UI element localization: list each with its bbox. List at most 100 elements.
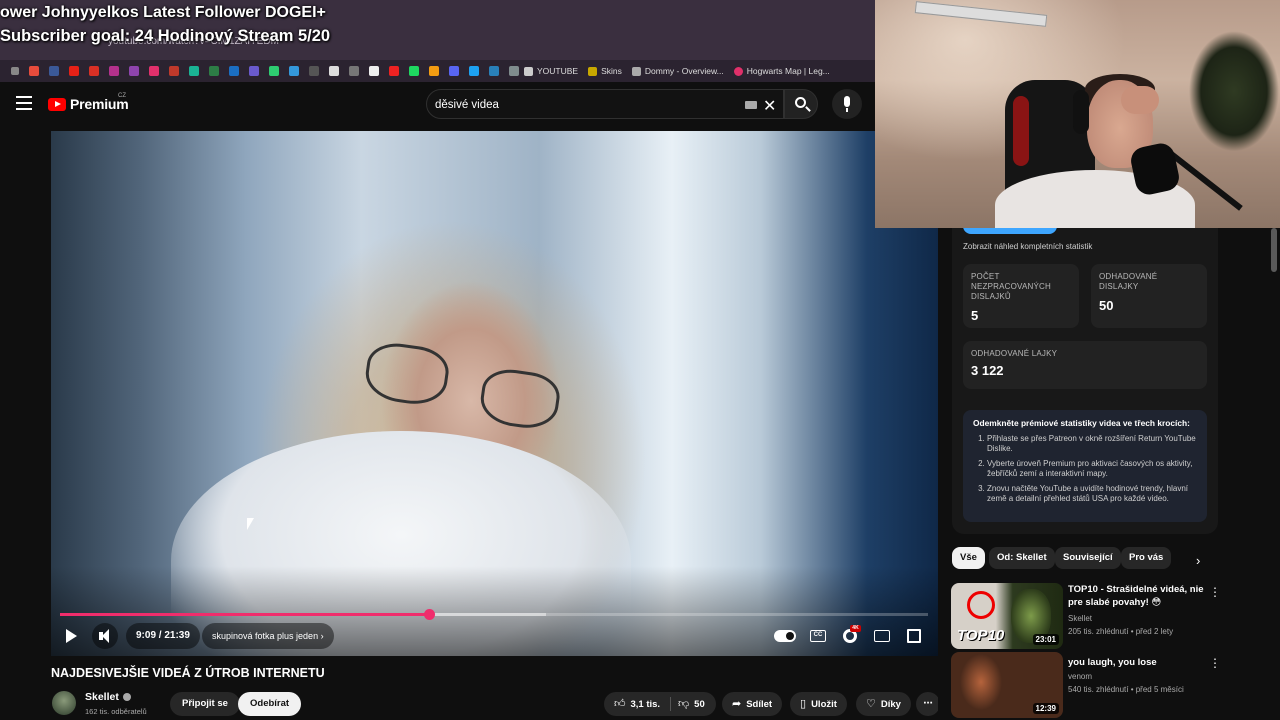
duration-badge: 12:39	[1032, 703, 1059, 714]
fullscreen-button[interactable]	[901, 623, 927, 649]
settings-button[interactable]: 4K	[837, 623, 863, 649]
join-button[interactable]: Připojit se	[170, 692, 240, 716]
apps-grid-icon[interactable]	[11, 67, 19, 75]
bookmark-favicon-icon[interactable]	[89, 66, 99, 76]
bookmark-favicon-icon[interactable]	[309, 66, 319, 76]
like-dislike-group: 👍︎ 3,1 tis. 👎︎ 50	[604, 692, 716, 716]
rec-title: TOP10 - Strašidelné videá, nie pre slabé…	[1068, 584, 1204, 608]
video-title: NAJDESIVEJŠIE VIDEÁ Z ÚTROB INTERNETU	[51, 666, 325, 680]
promo-step: Přihlaste se přes Patreon v okně rozšíře…	[987, 434, 1197, 454]
fullscreen-icon	[907, 629, 921, 643]
hamburger-menu-icon[interactable]	[16, 96, 32, 110]
stat-raw-dislikes: POČET NEZPRACOVANÝCH DISLAJKŮ 5	[963, 264, 1079, 328]
bookmark-favicon-icon[interactable]	[289, 66, 299, 76]
bookmark-favicon-icon[interactable]	[189, 66, 199, 76]
channel-name[interactable]: Skellet	[85, 691, 131, 703]
list-item[interactable]: 12:39 you laugh, you lose venom 540 tis.…	[951, 652, 1271, 720]
verified-icon	[122, 693, 131, 702]
bookmark-favicon-icon[interactable]	[329, 66, 339, 76]
bookmark-icons	[24, 66, 524, 76]
bookmark-favicon-icon[interactable]	[429, 66, 439, 76]
promo-step: Vyberte úroveň Premium pro aktivaci časo…	[987, 459, 1197, 479]
list-item[interactable]: TOP10 23:01 TOP10 - Strašidelné videá, n…	[951, 583, 1271, 651]
keyboard-icon[interactable]	[745, 101, 757, 109]
thanks-button[interactable]: ♡ Díky	[856, 692, 911, 716]
chip-from-channel[interactable]: Od: Skellet	[989, 547, 1055, 569]
bookmark-favicon-icon[interactable]	[69, 66, 79, 76]
subscribe-button[interactable]: Odebírat	[238, 692, 302, 716]
bookmark-favicon-icon[interactable]	[449, 66, 459, 76]
chevron-right-icon[interactable]: ›	[1196, 553, 1200, 568]
bookmark-favicon-icon[interactable]	[269, 66, 279, 76]
premium-stats-promo: Odemkněte prémiové statistiky videa ve t…	[963, 410, 1207, 522]
bookmark-favicon-icon[interactable]	[409, 66, 419, 76]
bookmark-favicon-icon[interactable]	[229, 66, 239, 76]
clear-search-icon[interactable]: ✕	[763, 96, 776, 116]
bookmark-dommy[interactable]: Dommy - Overview...	[631, 66, 724, 76]
video-player[interactable]	[51, 131, 938, 656]
time-display: 9:09 / 21:39	[126, 623, 200, 649]
rec-title: you laugh, you lose	[1068, 657, 1157, 668]
search-input[interactable]	[435, 97, 715, 113]
share-button[interactable]: ➦ Sdílet	[722, 692, 783, 716]
stat-estimated-likes: ODHADOVANÉ LAJKY 3 122	[963, 341, 1207, 389]
like-button[interactable]: 👍︎ 3,1 tis.	[614, 692, 660, 717]
theater-mode-button[interactable]	[869, 623, 895, 649]
bookmark-favicon-icon[interactable]	[29, 66, 39, 76]
chapter-button[interactable]: skupinová fotka plus jeden ›	[202, 623, 334, 649]
youtube-header: Premium CZ ✕	[0, 84, 875, 124]
progress-bar[interactable]	[60, 609, 928, 620]
bookmark-favicon-icon[interactable]	[369, 66, 379, 76]
volume-icon[interactable]	[92, 623, 118, 649]
bookmark-favicon-icon[interactable]	[109, 66, 119, 76]
bookmark-favicon-icon[interactable]	[389, 66, 399, 76]
shield-icon	[631, 66, 641, 76]
voice-search-button[interactable]	[832, 89, 862, 119]
save-button[interactable]: ▯ Uložit	[790, 692, 847, 716]
bookmark-favicon-icon[interactable]	[129, 66, 139, 76]
youtube-premium-logo[interactable]: Premium CZ	[48, 93, 129, 112]
rec-channel: Skellet	[1068, 614, 1093, 623]
stream-overlay-followers: ower Johnyyelkos Latest Follower DOGEI+	[0, 4, 326, 21]
autoplay-toggle[interactable]	[772, 623, 798, 649]
bookmark-skins[interactable]: Skins	[588, 66, 622, 76]
chip-for-you[interactable]: Pro vás	[1121, 547, 1172, 569]
avatar[interactable]	[52, 691, 76, 715]
bookmark-favicon-icon[interactable]	[49, 66, 59, 76]
bookmark-favicon-icon[interactable]	[149, 66, 159, 76]
stats-preview-link[interactable]: Zobrazit náhled kompletních statistik	[963, 242, 1092, 251]
more-actions-icon[interactable]: ⋯	[916, 692, 940, 716]
bookmark-youtube[interactable]: YOUTUBE	[524, 66, 578, 76]
chip-all[interactable]: Vše	[952, 547, 985, 569]
bookmark-hogwarts[interactable]: Hogwarts Map | Leg...	[733, 66, 830, 76]
bookmark-icon: ▯	[800, 698, 807, 710]
share-icon: ➦	[732, 698, 742, 710]
search-box: ✕	[426, 89, 784, 119]
progress-scrubber[interactable]	[423, 609, 435, 620]
play-icon[interactable]	[64, 627, 80, 645]
dislike-button[interactable]: 👎︎ 50	[678, 692, 705, 717]
bookmark-favicon-icon[interactable]	[209, 66, 219, 76]
duration-badge: 23:01	[1032, 634, 1059, 645]
bookmark-favicon-icon[interactable]	[349, 66, 359, 76]
rec-channel: venom	[1068, 672, 1093, 681]
subtitles-button[interactable]: CC	[805, 623, 831, 649]
stat-estimated-dislikes: ODHADOVANÉ DISLAJKY 50	[1091, 264, 1207, 328]
bookmark-favicon-icon[interactable]	[169, 66, 179, 76]
more-options-icon[interactable]: ⋮	[1209, 585, 1221, 601]
video-thumbnail: TOP10 23:01	[951, 583, 1063, 649]
video-thumbnail: 12:39	[951, 652, 1063, 718]
bookmark-favicon-icon[interactable]	[249, 66, 259, 76]
scrollbar[interactable]	[1271, 228, 1277, 272]
player-right-controls: CC 4K	[770, 623, 930, 649]
more-options-icon[interactable]: ⋮	[1209, 656, 1221, 672]
search-button[interactable]	[784, 89, 818, 119]
bookmark-favicon-icon[interactable]	[489, 66, 499, 76]
chip-related[interactable]: Související	[1055, 547, 1121, 569]
bookmarks-bar: YOUTUBE Skins Dommy - Overview... Hogwar…	[0, 60, 875, 82]
bookmark-favicon-icon[interactable]	[469, 66, 479, 76]
subscriber-count: 162 tis. odběratelů	[85, 707, 147, 716]
mouse-cursor-icon	[247, 518, 254, 530]
rec-meta: 205 tis. zhlédnutí • před 2 lety	[1068, 627, 1174, 636]
bookmark-favicon-icon[interactable]	[509, 66, 519, 76]
